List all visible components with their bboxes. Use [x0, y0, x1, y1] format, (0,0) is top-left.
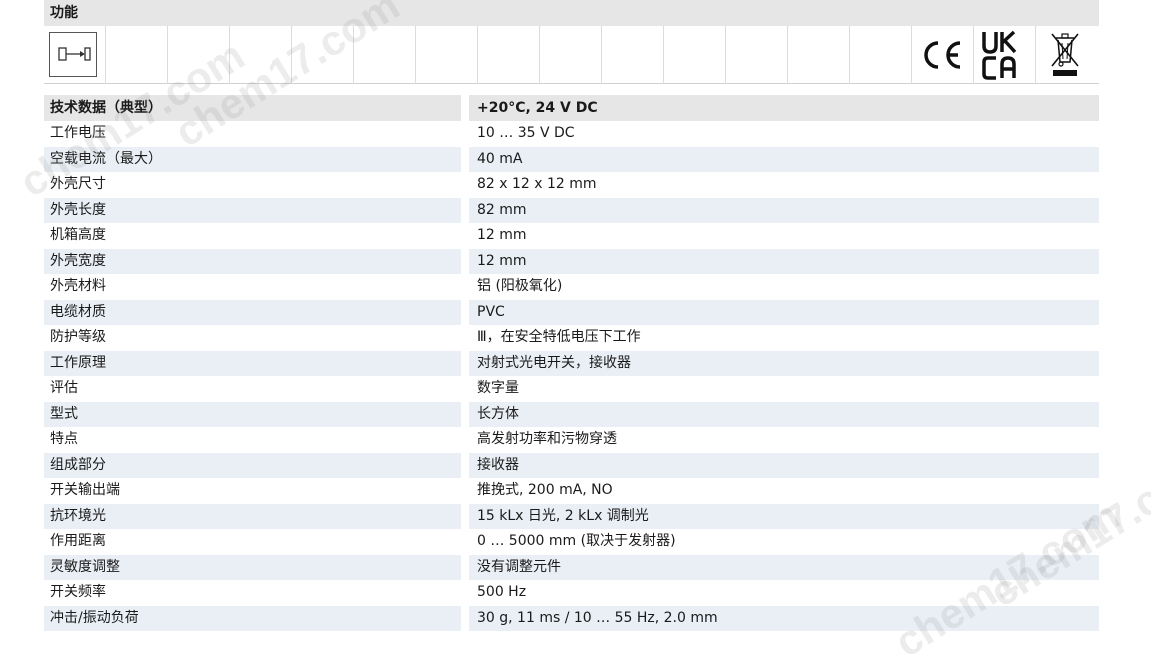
row-label: 开关频率 [50, 584, 106, 600]
ce-cell [912, 26, 974, 84]
row-label: 外壳长度 [44, 197, 461, 223]
row-value: 10 … 35 V DC [477, 125, 575, 141]
row-value: 500 Hz [477, 584, 527, 600]
row-value: 没有调整元件 [469, 554, 1099, 580]
header-condition: +20°C, 24 V DC [469, 95, 1099, 121]
row-label: 空载电流（最大） [44, 146, 461, 172]
row-label: 电缆材质 [44, 299, 461, 325]
row-label: 外壳尺寸 [50, 176, 106, 192]
function-cell [850, 26, 912, 84]
row-value: 接收器 [469, 452, 1099, 478]
receiver-function-icon [49, 32, 97, 77]
ukca-mark-icon [982, 30, 1017, 80]
row-label: 抗环境光 [44, 503, 461, 529]
row-value: 对射式光电开关，接收器 [469, 350, 1099, 376]
row-label: 特点 [50, 431, 78, 447]
function-cell [788, 26, 850, 84]
row-value: Ⅲ，在安全特低电压下工作 [477, 329, 641, 345]
row-value: 长方体 [469, 401, 1099, 427]
row-value: PVC [469, 299, 1099, 325]
row-label: 外壳材料 [50, 278, 106, 294]
row-value: 12 mm [469, 248, 1099, 274]
ukca-cell [974, 26, 1036, 84]
row-label: 评估 [50, 380, 78, 396]
row-label: 冲击/振动负荷 [44, 605, 461, 631]
function-cell [292, 26, 354, 84]
row-value: 82 mm [469, 197, 1099, 223]
row-value: 30 g, 11 ms / 10 … 55 Hz, 2.0 mm [469, 605, 1099, 631]
row-label: 型式 [44, 401, 461, 427]
function-cell [664, 26, 726, 84]
row-value: 推挽式, 200 mA, NO [477, 482, 613, 498]
function-cell [478, 26, 540, 84]
row-value: 82 x 12 x 12 mm [477, 176, 597, 192]
header-label: 技术数据（典型） [44, 95, 461, 121]
row-label: 作用距离 [50, 533, 106, 549]
function-cell [44, 26, 106, 84]
row-value: 40 mA [469, 146, 1099, 172]
function-cell [168, 26, 230, 84]
weee-cell [1036, 26, 1099, 84]
weee-bin-icon [1051, 33, 1079, 76]
row-label: 外壳宽度 [44, 248, 461, 274]
row-label: 灵敏度调整 [44, 554, 461, 580]
row-value: 0 … 5000 mm (取决于发射器) [477, 533, 676, 549]
row-value: 高发射功率和污物穿透 [477, 431, 617, 447]
function-cell [354, 26, 416, 84]
function-icons-row [44, 26, 1099, 84]
technical-data-table: 技术数据（典型） +20°C, 24 V DC 工作电压 10 … 35 V DC… [44, 95, 1099, 631]
row-label: 机箱高度 [50, 227, 106, 243]
row-value: 15 kLx 日光, 2 kLx 调制光 [469, 503, 1099, 529]
row-label: 防护等级 [50, 329, 106, 345]
row-label: 开关输出端 [50, 482, 120, 498]
row-label: 工作电压 [50, 125, 106, 141]
function-cell [602, 26, 664, 84]
row-value: 12 mm [477, 227, 527, 243]
function-cell [230, 26, 292, 84]
row-label: 工作原理 [44, 350, 461, 376]
row-label: 组成部分 [44, 452, 461, 478]
row-value: 铝 (阳极氧化) [477, 278, 563, 294]
function-cell [106, 26, 168, 84]
row-value: 数字量 [477, 380, 519, 396]
ce-mark-icon [924, 41, 961, 69]
function-cell [726, 26, 788, 84]
functions-title: 功能 [44, 0, 1099, 26]
function-cell [416, 26, 478, 84]
function-cell [540, 26, 602, 84]
